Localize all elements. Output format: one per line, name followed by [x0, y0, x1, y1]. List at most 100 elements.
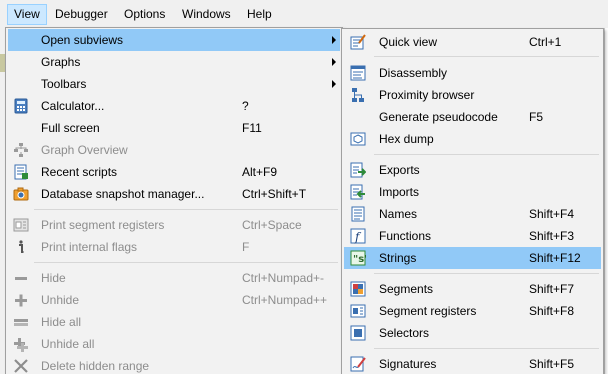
menu-item-label: Print internal flags [41, 240, 138, 254]
menu-item-label: Strings [379, 251, 417, 265]
menu-item-label: Selectors [379, 326, 430, 340]
menu-item-print-segment-registers[interactable]: Print segment registers Ctrl+Space [8, 214, 340, 236]
menu-item-shortcut: F [242, 240, 250, 254]
menu-item-print-internal-flags[interactable]: Print internal flags F [8, 236, 340, 258]
menu-separator [34, 209, 338, 210]
menu-separator [374, 348, 599, 349]
menu-item-hide[interactable]: Hide Ctrl+Numpad+- [8, 267, 340, 289]
menu-item-shortcut: Shift+F12 [529, 251, 581, 265]
menu-item-label: Proximity browser [379, 88, 475, 102]
menu-item-label: Hide all [41, 315, 82, 329]
menu-separator [34, 262, 338, 263]
menu-item-label: Full screen [41, 121, 100, 135]
menu-item-label: Toolbars [41, 77, 87, 91]
exports-icon [350, 162, 366, 178]
calculator-icon [14, 98, 28, 114]
menu-item-shortcut: Ctrl+Numpad++ [242, 293, 328, 307]
menu-debugger[interactable]: Debugger [49, 4, 114, 25]
menu-item-label: Database snapshot manager... [41, 187, 205, 201]
menu-windows[interactable]: Windows [176, 4, 237, 25]
menu-item-label: Segments [379, 282, 434, 296]
menu-item-hex-dump[interactable]: Hex dump [344, 128, 601, 150]
minus-icon [15, 277, 27, 280]
menu-item-selectors[interactable]: Selectors [344, 322, 601, 344]
menu-item-exports[interactable]: Exports [344, 159, 601, 181]
menu-item-database-snapshot-manager[interactable]: Database snapshot manager... Ctrl+Shift+… [8, 183, 340, 205]
menu-item-shortcut: Ctrl+Space [242, 218, 302, 232]
selectors-icon [350, 325, 366, 341]
imports-icon [350, 184, 365, 200]
menu-item-shortcut: ? [242, 99, 249, 113]
menu-item-graphs[interactable]: Graphs [8, 51, 340, 73]
menu-item-label: Graph Overview [41, 143, 128, 157]
menu-item-unhide-all[interactable]: Unhide all [8, 333, 340, 355]
menu-item-proximity-browser[interactable]: Proximity browser [344, 84, 601, 106]
menu-item-signatures[interactable]: Signatures Shift+F5 [344, 353, 601, 374]
quick-view-icon [350, 34, 366, 50]
menu-item-delete-hidden-range[interactable]: Delete hidden range [8, 355, 340, 374]
signature-pen-icon [350, 356, 366, 372]
plus-icon [15, 294, 27, 307]
submenu-arrow-icon [332, 36, 336, 44]
menu-item-strings[interactable]: "s" Strings Shift+F12 [344, 247, 601, 269]
function-icon: f [350, 228, 366, 244]
menu-item-unhide[interactable]: Unhide Ctrl+Numpad++ [8, 289, 340, 311]
menu-item-shortcut: Shift+F4 [529, 207, 575, 221]
submenu-arrow-icon [332, 80, 336, 88]
graph-overview-icon [14, 143, 28, 157]
snapshot-camera-icon [13, 187, 29, 201]
proximity-graph-icon [352, 88, 364, 102]
menu-item-label: Hide [41, 271, 66, 285]
segment-registers-icon [350, 304, 366, 318]
menu-item-quick-view[interactable]: Quick view Ctrl+1 [344, 31, 601, 53]
menu-item-label: Unhide all [41, 337, 95, 351]
svg-text:"s": "s" [353, 254, 366, 265]
menu-view[interactable]: View [7, 4, 47, 25]
menu-item-functions[interactable]: f Functions Shift+F3 [344, 225, 601, 247]
view-menu: Open subviews Graphs Toolbars Calculator… [5, 27, 343, 374]
menu-separator [374, 56, 599, 57]
menu-item-shortcut: Alt+F9 [242, 165, 278, 179]
menu-options[interactable]: Options [118, 4, 171, 25]
menu-item-shortcut: F11 [242, 121, 262, 135]
hide-all-icon [14, 319, 28, 326]
segments-icon [350, 281, 366, 297]
menu-item-shortcut: Ctrl+Numpad+- [242, 271, 325, 285]
menu-item-names[interactable]: Names Shift+F4 [344, 203, 601, 225]
menu-item-label: Hex dump [379, 132, 434, 146]
menu-item-toolbars[interactable]: Toolbars [8, 73, 340, 95]
menu-item-shortcut: Shift+F7 [529, 282, 575, 296]
menu-item-label: Exports [379, 163, 420, 177]
background-window-edge [604, 28, 608, 374]
info-icon [19, 240, 24, 253]
menu-item-label: Signatures [379, 357, 437, 371]
menu-item-generate-pseudocode[interactable]: Generate pseudocode F5 [344, 106, 601, 128]
menu-item-full-screen[interactable]: Full screen F11 [8, 117, 340, 139]
open-subviews-submenu: Quick view Ctrl+1 Disassembly Proximity … [341, 28, 604, 374]
menu-item-label: Print segment registers [41, 218, 165, 232]
unhide-all-icon [14, 338, 28, 352]
script-list-icon [14, 164, 28, 180]
menu-bar: View Debugger Options Windows Help [0, 0, 608, 28]
menu-item-disassembly[interactable]: Disassembly [344, 62, 601, 84]
menu-item-label: Delete hidden range [41, 359, 150, 373]
menu-item-calculator[interactable]: Calculator... ? [8, 95, 340, 117]
disassembly-icon [350, 65, 366, 81]
menu-item-segments[interactable]: Segments Shift+F7 [344, 278, 601, 300]
menu-item-graph-overview[interactable]: Graph Overview [8, 139, 340, 161]
menu-separator [374, 273, 599, 274]
strings-icon: "s" [350, 250, 366, 266]
menu-item-label: Names [379, 207, 418, 221]
menu-item-imports[interactable]: Imports [344, 181, 601, 203]
menu-item-hide-all[interactable]: Hide all [8, 311, 340, 333]
menu-item-label: Unhide [41, 293, 80, 307]
menu-item-segment-registers[interactable]: Segment registers Shift+F8 [344, 300, 601, 322]
hex-dump-icon [350, 132, 366, 146]
menu-item-recent-scripts[interactable]: Recent scripts Alt+F9 [8, 161, 340, 183]
menu-item-open-subviews[interactable]: Open subviews [8, 29, 340, 51]
menu-item-label: Calculator... [41, 99, 105, 113]
menu-item-shortcut: Shift+F8 [529, 304, 575, 318]
menu-help[interactable]: Help [241, 4, 278, 25]
menu-item-label: Quick view [379, 35, 438, 49]
delete-x-icon [14, 359, 28, 373]
